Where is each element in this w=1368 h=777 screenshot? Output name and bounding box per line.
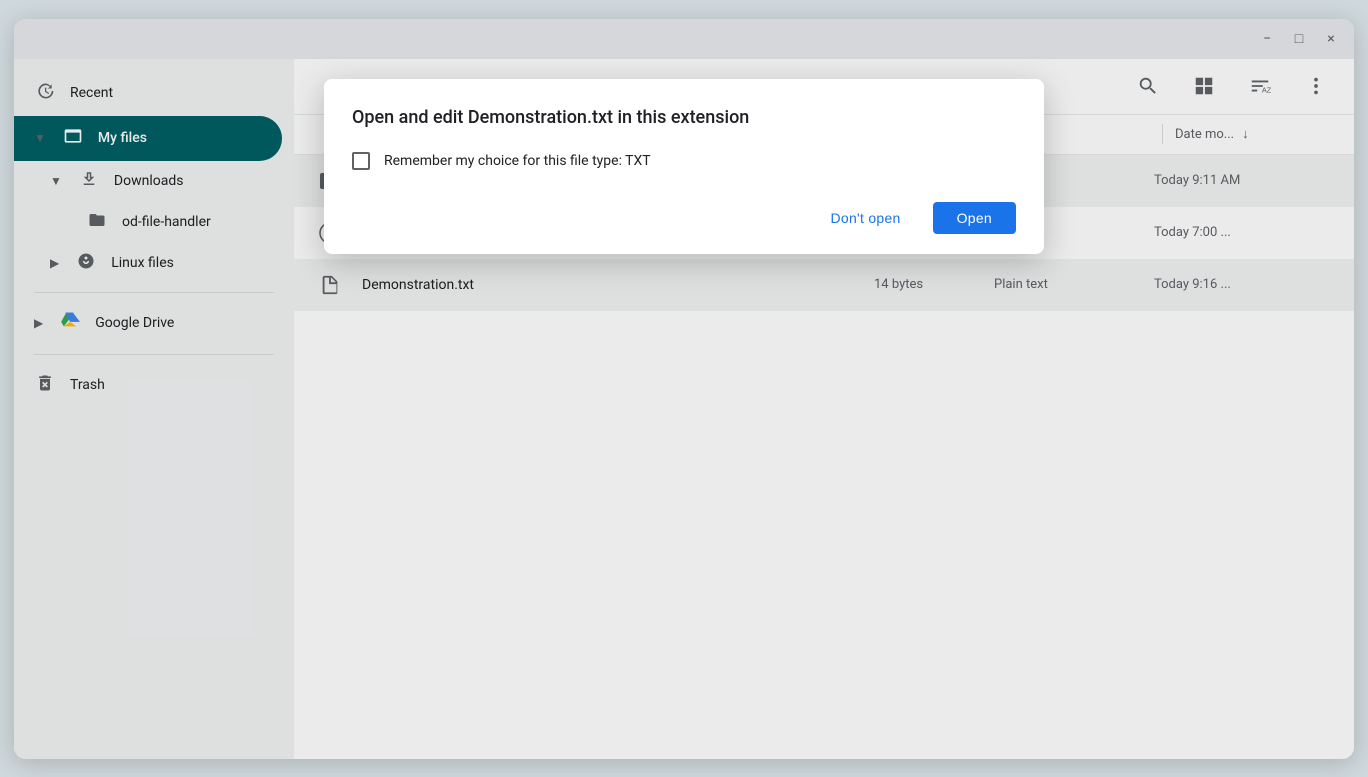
remember-choice-row: Remember my choice for this file type: T… (352, 152, 1016, 170)
remember-choice-label: Remember my choice for this file type: T… (384, 153, 651, 169)
open-with-dialog: Open and edit Demonstration.txt in this … (324, 79, 1044, 254)
dialog-overlay: Open and edit Demonstration.txt in this … (14, 19, 1354, 759)
remember-choice-checkbox[interactable] (352, 152, 370, 170)
open-button[interactable]: Open (933, 202, 1016, 234)
dont-open-button[interactable]: Don't open (811, 202, 921, 234)
dialog-title: Open and edit Demonstration.txt in this … (352, 107, 1016, 128)
app-window: − □ × Recent ▼ My files (14, 19, 1354, 759)
dialog-actions: Don't open Open (352, 202, 1016, 234)
